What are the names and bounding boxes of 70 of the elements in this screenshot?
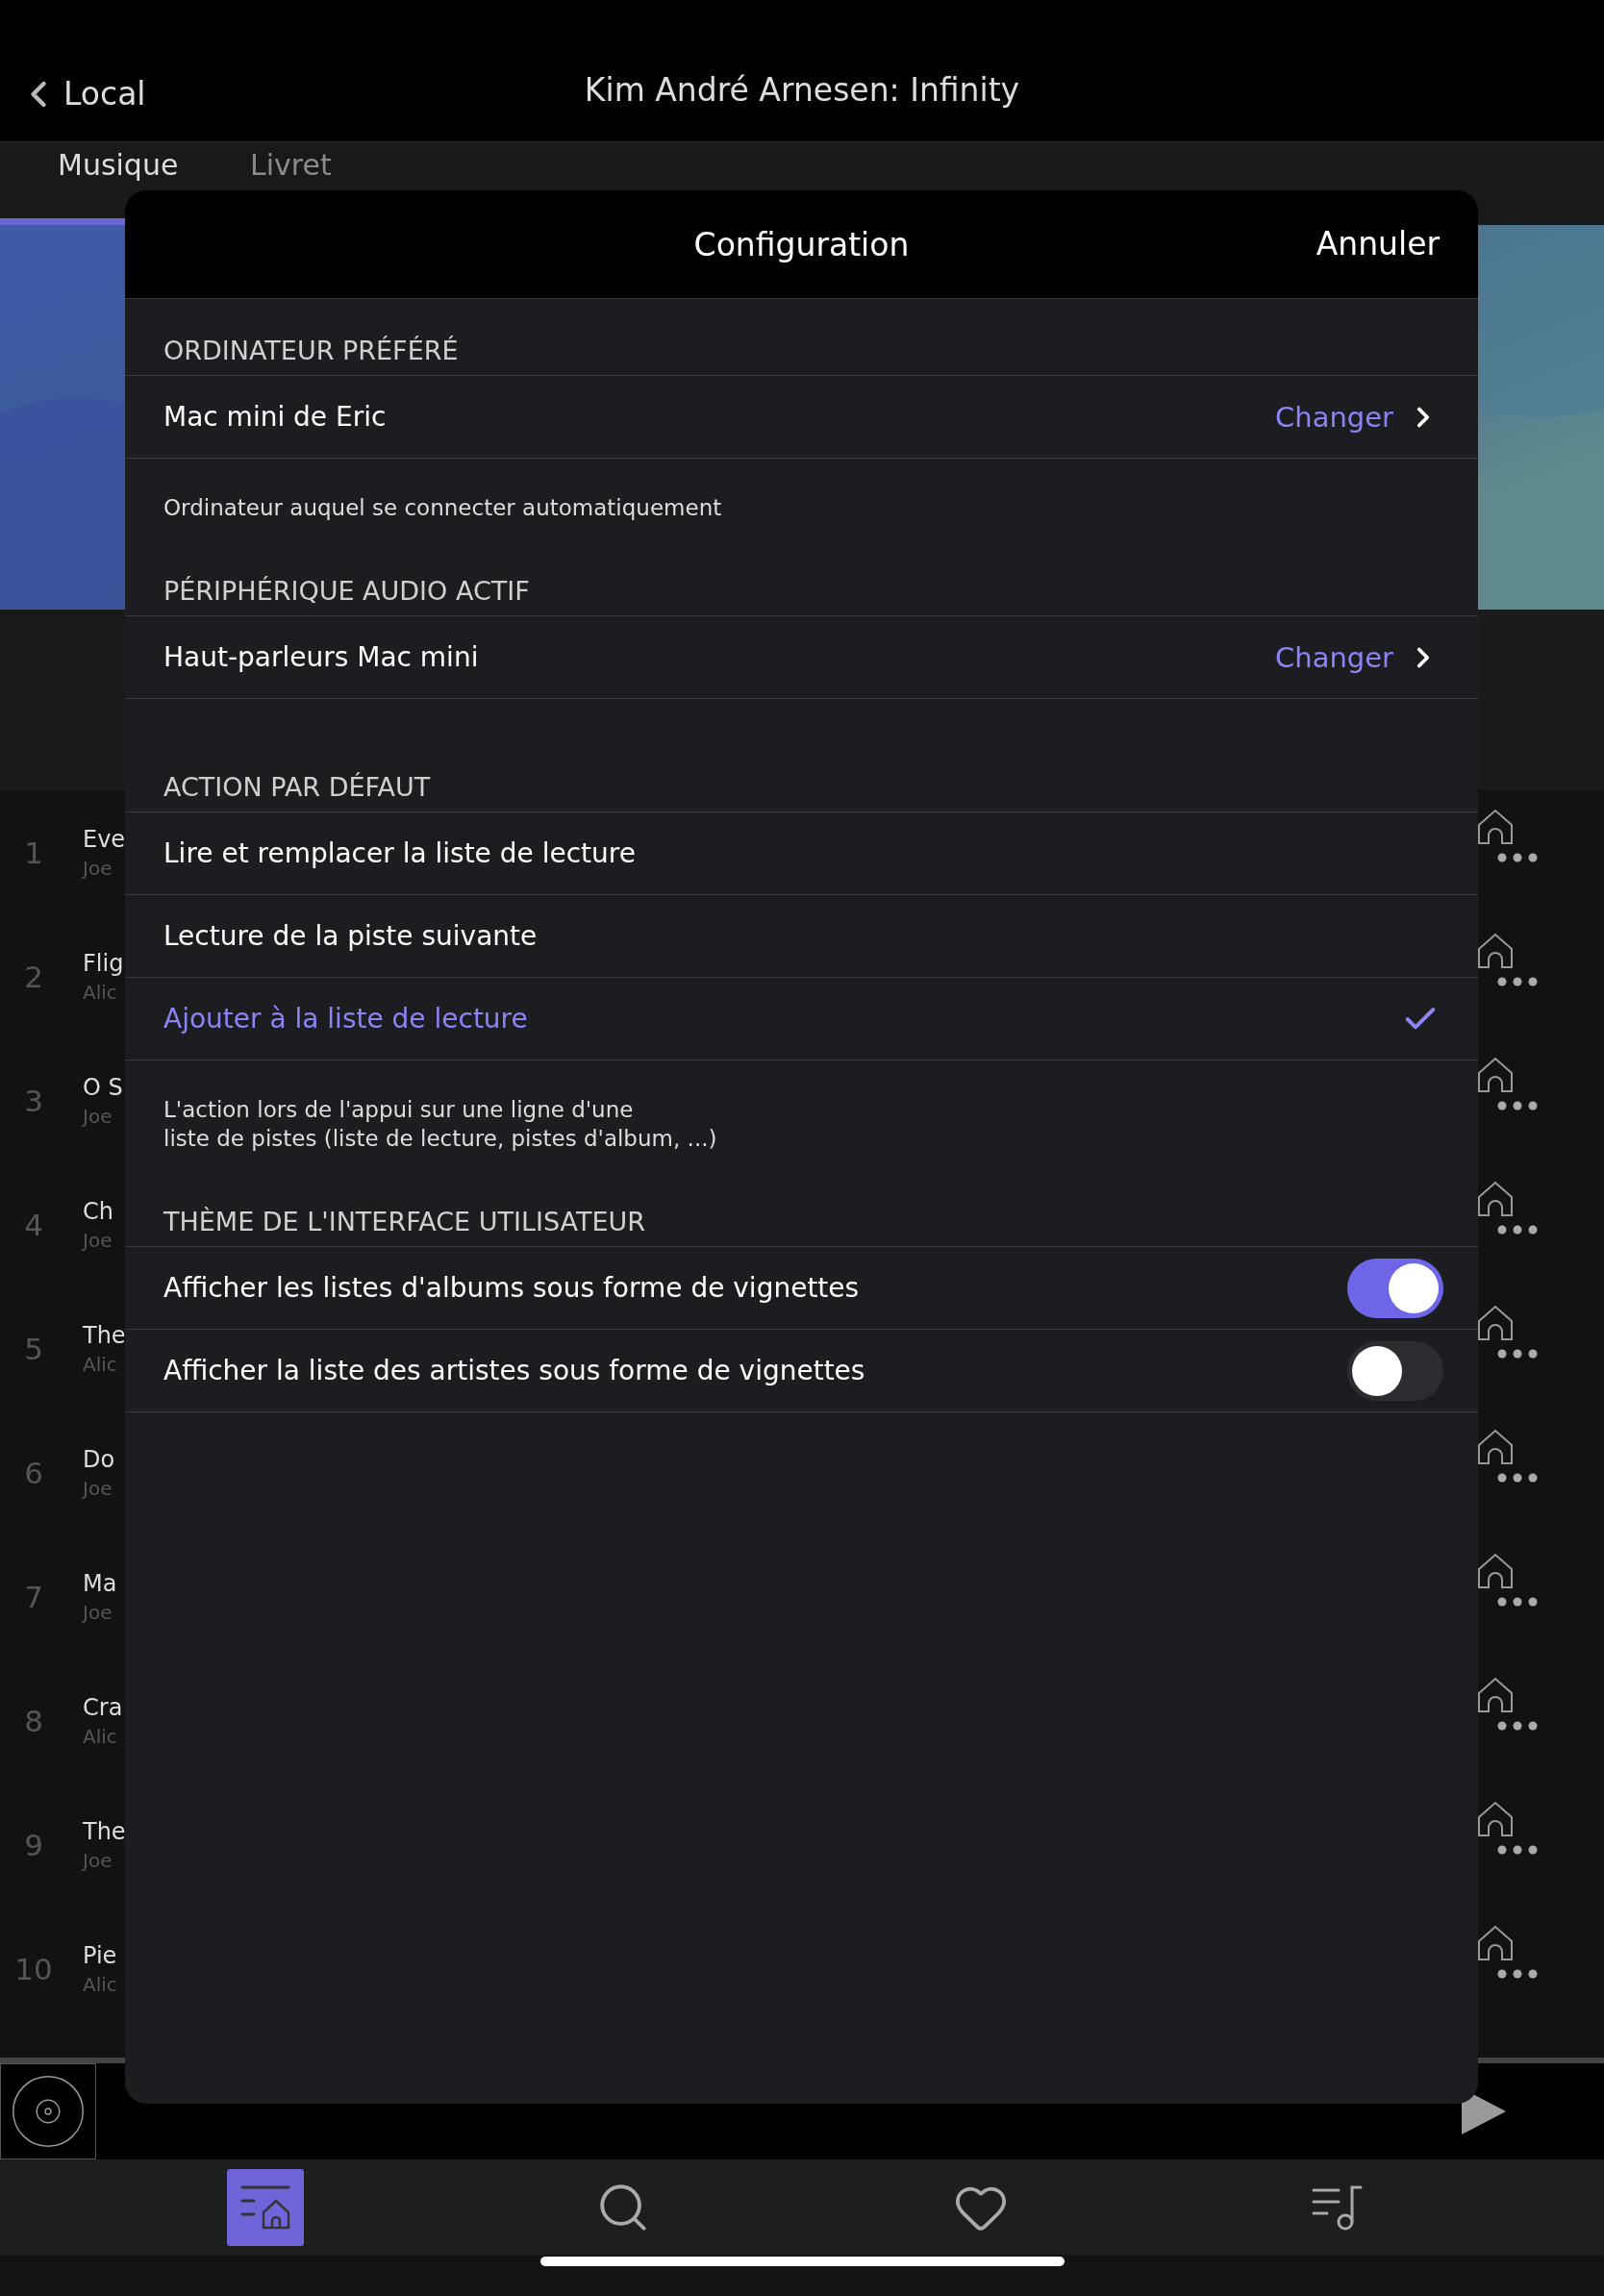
dialog-title: Configuration bbox=[693, 225, 910, 263]
track-title: Flig bbox=[83, 949, 124, 977]
option-row[interactable]: Lire et remplacer la liste de lecture bbox=[125, 812, 1478, 895]
track-artist: Joe bbox=[83, 1600, 113, 1624]
section-footer: Ordinateur auquel se connecter automatiquement bbox=[125, 459, 1478, 547]
track-number: 6 bbox=[23, 1455, 44, 1490]
track-number: 4 bbox=[23, 1207, 44, 1242]
home-icon[interactable] bbox=[1477, 1428, 1514, 1464]
track-number: 2 bbox=[23, 959, 44, 994]
track-title: O S bbox=[83, 1073, 123, 1101]
home-icon[interactable] bbox=[1477, 1180, 1514, 1216]
track-title: Do bbox=[83, 1445, 115, 1473]
setting-label: Afficher les listes d'albums sous forme de vignettes bbox=[163, 1272, 861, 1304]
more-icon[interactable] bbox=[1496, 1844, 1539, 1856]
more-icon[interactable] bbox=[1496, 1100, 1539, 1111]
track-artist: Joe bbox=[83, 1848, 113, 1872]
setting-value: Haut-parleurs Mac mini bbox=[163, 641, 480, 673]
track-title: Pie bbox=[83, 1941, 117, 1969]
home-icon[interactable] bbox=[1477, 1056, 1514, 1092]
setting-value: Mac mini de Eric bbox=[163, 401, 388, 433]
home-icon[interactable] bbox=[1477, 1924, 1514, 1960]
track-artist: Joe bbox=[83, 1228, 113, 1252]
section-header: PÉRIPHÉRIQUE AUDIO ACTIF bbox=[125, 547, 1478, 616]
tab[interactable]: Livret bbox=[192, 142, 391, 225]
more-icon[interactable] bbox=[1496, 1968, 1539, 1980]
home-icon[interactable] bbox=[1477, 1552, 1514, 1588]
track-title: Ma bbox=[83, 1569, 117, 1597]
section-header: ACTION PAR DÉFAUT bbox=[125, 743, 1478, 812]
home-icon[interactable] bbox=[1477, 1676, 1514, 1712]
track-artist: Alic bbox=[83, 980, 118, 1004]
home-icon[interactable] bbox=[1477, 1304, 1514, 1340]
change-link[interactable]: Changer bbox=[1275, 400, 1393, 434]
more-icon[interactable] bbox=[1496, 1596, 1539, 1608]
home-icon[interactable] bbox=[1477, 932, 1514, 968]
track-artist: Joe bbox=[83, 1104, 113, 1128]
more-icon[interactable] bbox=[1496, 1720, 1539, 1732]
option-row[interactable]: Ajouter à la liste de lecture bbox=[125, 978, 1478, 1061]
option-row[interactable]: Lecture de la piste suivante bbox=[125, 895, 1478, 978]
track-artist: Joe bbox=[83, 1476, 113, 1500]
track-artist: Joe bbox=[83, 856, 113, 880]
section-header: ORDINATEUR PRÉFÉRÉ bbox=[125, 299, 1478, 376]
track-number: 10 bbox=[13, 1951, 54, 1986]
track-number: 7 bbox=[23, 1579, 44, 1614]
track-number: 1 bbox=[23, 835, 44, 870]
cancel-button[interactable]: Annuler bbox=[1316, 225, 1440, 262]
back-button[interactable]: Local bbox=[0, 72, 146, 115]
more-icon[interactable] bbox=[1496, 1348, 1539, 1360]
album-title: Kim André Arnesen: Infinity bbox=[584, 71, 1020, 109]
change-link[interactable]: Changer bbox=[1275, 640, 1393, 674]
section-header: THÈME DE L'INTERFACE UTILISATEUR bbox=[125, 1178, 1478, 1247]
more-icon[interactable] bbox=[1496, 976, 1539, 987]
track-title: Cra bbox=[83, 1693, 123, 1721]
home-icon[interactable] bbox=[1477, 808, 1514, 844]
section-footer: L'action lors de l'appui sur une ligne d'une liste de pistes (liste de lecture, pistes d'album, ...) bbox=[125, 1061, 1478, 1178]
track-artist: Alic bbox=[83, 1972, 117, 1996]
track-artist: Alic bbox=[83, 1352, 118, 1376]
track-title: Ch bbox=[83, 1197, 113, 1225]
track-artist: Alic bbox=[83, 1724, 118, 1748]
track-number: 8 bbox=[23, 1703, 44, 1738]
setting-label: Afficher la liste des artistes sous forme de vignettes bbox=[163, 1355, 866, 1386]
track-title: Eve bbox=[83, 825, 126, 853]
track-number: 3 bbox=[23, 1083, 44, 1118]
more-icon[interactable] bbox=[1496, 852, 1539, 863]
track-number: 5 bbox=[23, 1331, 44, 1366]
more-icon[interactable] bbox=[1496, 1224, 1539, 1235]
track-title: The bbox=[83, 1321, 126, 1349]
more-icon[interactable] bbox=[1496, 1472, 1539, 1484]
track-title: The bbox=[83, 1817, 126, 1845]
track-number: 9 bbox=[23, 1827, 44, 1862]
home-icon[interactable] bbox=[1477, 1800, 1514, 1836]
